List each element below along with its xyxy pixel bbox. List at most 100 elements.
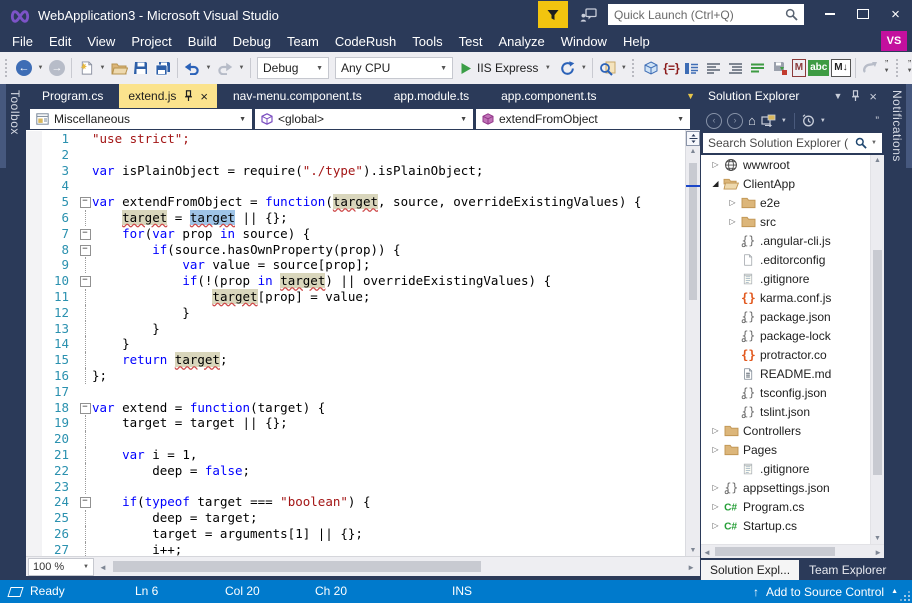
refresh-button[interactable]: [557, 57, 577, 79]
pin-icon[interactable]: [184, 90, 193, 102]
vs-account-badge[interactable]: VS: [881, 31, 907, 51]
breakpoint-margin[interactable]: [26, 479, 42, 495]
outlining-margin[interactable]: [78, 305, 92, 321]
editor-vertical-scrollbar[interactable]: ▲ ▼: [685, 130, 700, 556]
breakpoint-margin[interactable]: [26, 163, 42, 179]
scroll-right-arrow-icon[interactable]: ►: [874, 548, 882, 557]
toolbar-options-button[interactable]: ”▼: [882, 62, 892, 74]
outlining-margin[interactable]: [78, 147, 92, 163]
scrollbar-thumb[interactable]: [113, 561, 481, 572]
scroll-right-arrow-icon[interactable]: ►: [687, 563, 695, 572]
code-line-18[interactable]: 18−var extend = function(target) {: [26, 400, 685, 416]
menu-edit[interactable]: Edit: [41, 32, 79, 51]
breakpoint-margin[interactable]: [26, 131, 42, 147]
menu-project[interactable]: Project: [123, 32, 179, 51]
outlining-margin[interactable]: −: [78, 194, 92, 210]
new-file-dropdown[interactable]: ▼: [98, 65, 107, 71]
outlining-margin[interactable]: [78, 542, 92, 556]
run-dropdown[interactable]: ▼: [543, 65, 552, 71]
outlining-margin[interactable]: −: [78, 273, 92, 289]
tab-app-component-ts[interactable]: app.component.ts: [485, 84, 612, 108]
breakpoint-margin[interactable]: [26, 194, 42, 210]
markdown-mode-button[interactable]: M: [792, 59, 806, 77]
toolbar-grip[interactable]: [632, 59, 637, 77]
display-lines-button[interactable]: [726, 57, 746, 79]
collapse-box-icon[interactable]: −: [80, 497, 91, 508]
collapse-box-icon[interactable]: −: [80, 229, 91, 240]
search-options-dropdown[interactable]: ▼: [871, 140, 877, 146]
breakpoint-margin[interactable]: [26, 305, 42, 321]
outlining-margin[interactable]: [78, 368, 92, 384]
outlining-margin[interactable]: −: [78, 242, 92, 258]
editor-horizontal-scrollbar[interactable]: ◄ ►: [97, 559, 697, 574]
resize-grip[interactable]: [908, 599, 910, 601]
solution-explorer-header[interactable]: Solution Explorer ▼ ×: [701, 84, 884, 108]
tab-nav-menu-component-ts[interactable]: nav-menu.component.ts: [217, 84, 378, 108]
breakpoint-margin[interactable]: [26, 526, 42, 542]
tree-item-appsettings-json[interactable]: ▷{}appsettings.json: [701, 478, 884, 497]
tree-item-src[interactable]: ▷src: [701, 212, 884, 231]
uncomment-lines-button[interactable]: [704, 57, 724, 79]
scroll-up-arrow-icon[interactable]: ▲: [871, 157, 884, 164]
code-line-10[interactable]: 10− if(!(prop in target) || overrideExis…: [26, 273, 685, 289]
tree-vertical-scrollbar[interactable]: ▲ ▼: [870, 155, 884, 544]
code-line-26[interactable]: 26 target = arguments[1] || {};: [26, 526, 685, 542]
outlining-margin[interactable]: −: [78, 494, 92, 510]
menu-view[interactable]: View: [79, 32, 123, 51]
pending-changes-filter-button[interactable]: [802, 114, 815, 127]
task-list-button[interactable]: [748, 57, 768, 79]
code-line-20[interactable]: 20: [26, 431, 685, 447]
code-line-6[interactable]: 6 target = target || {};: [26, 210, 685, 226]
code-line-7[interactable]: 7− for(var prop in source) {: [26, 226, 685, 242]
menu-coderush[interactable]: CodeRush: [327, 32, 404, 51]
close-button[interactable]: ×: [879, 0, 912, 28]
code-line-12[interactable]: 12 }: [26, 305, 685, 321]
breakpoint-margin[interactable]: [26, 147, 42, 163]
outlining-margin[interactable]: [78, 384, 92, 400]
member-dropdown[interactable]: extendFromObject ▼: [476, 109, 690, 129]
filter-button[interactable]: [538, 1, 568, 28]
outlining-margin[interactable]: [78, 510, 92, 526]
breakpoint-margin[interactable]: [26, 463, 42, 479]
background-tasks-icon[interactable]: [7, 587, 23, 597]
menu-help[interactable]: Help: [615, 32, 658, 51]
switch-views-button[interactable]: [761, 114, 776, 127]
save-all-button[interactable]: [153, 57, 173, 79]
undo-button[interactable]: [182, 57, 202, 79]
navigate-back-button[interactable]: ←: [14, 57, 34, 79]
toolbar-options-button[interactable]: ”▼: [905, 62, 912, 74]
collapse-box-icon[interactable]: −: [80, 245, 91, 256]
tree-item-protractor-co[interactable]: {}protractor.co: [701, 345, 884, 364]
breakpoint-margin[interactable]: [26, 210, 42, 226]
open-file-button[interactable]: [109, 57, 129, 79]
scroll-down-arrow-icon[interactable]: ▼: [871, 535, 884, 542]
scroll-down-arrow-icon[interactable]: ▼: [686, 547, 700, 554]
code-line-24[interactable]: 24− if(typeof target === "boolean") {: [26, 494, 685, 510]
outlining-margin[interactable]: [78, 431, 92, 447]
outlining-margin[interactable]: [78, 178, 92, 194]
code-line-14[interactable]: 14 }: [26, 336, 685, 352]
markdown-preview-button[interactable]: M↓: [831, 59, 850, 77]
tree-item--editorconfig[interactable]: .editorconfig: [701, 250, 884, 269]
back-dropdown[interactable]: ▼: [36, 65, 45, 71]
maximize-button[interactable]: [846, 0, 879, 28]
scroll-left-arrow-icon[interactable]: ◄: [703, 548, 711, 557]
collapse-box-icon[interactable]: −: [80, 276, 91, 287]
code-line-4[interactable]: 4: [26, 178, 685, 194]
tree-item-package-json[interactable]: {}package.json: [701, 307, 884, 326]
scrollbar-thumb[interactable]: [873, 250, 882, 475]
tab-extend-js[interactable]: extend.js×: [119, 84, 217, 108]
save-button[interactable]: [131, 57, 151, 79]
outlining-margin[interactable]: −: [78, 400, 92, 416]
code-line-19[interactable]: 19 target = target || {};: [26, 415, 685, 431]
tab-program-cs[interactable]: Program.cs: [26, 84, 119, 108]
breakpoint-margin[interactable]: [26, 321, 42, 337]
solution-explorer-search-input[interactable]: Search Solution Explorer ( ▼: [703, 133, 882, 153]
find-dropdown[interactable]: ▼: [619, 65, 628, 71]
code-editor[interactable]: 1"use strict";23var isPlainObject = requ…: [26, 130, 700, 556]
outlining-margin[interactable]: [78, 210, 92, 226]
tree-item--gitignore[interactable]: .gitignore: [701, 269, 884, 288]
tree-item-tsconfig-json[interactable]: {}tsconfig.json: [701, 383, 884, 402]
breakpoint-margin[interactable]: [26, 431, 42, 447]
breakpoint-margin[interactable]: [26, 178, 42, 194]
